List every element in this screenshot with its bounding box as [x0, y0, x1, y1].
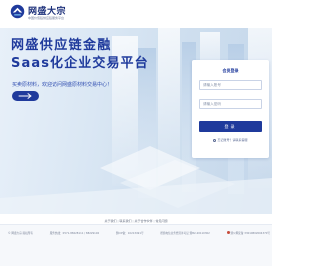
forgot-account-link[interactable]: 忘记账号？请联系客服: [192, 138, 269, 142]
hero-arrow-button[interactable]: [12, 91, 39, 101]
footer-license[interactable]: 增值电信业务经营许可证 浙B2-20110302: [160, 231, 210, 235]
arrow-right-icon: [18, 93, 32, 99]
footer-police-text: 浙公网安备 33010802004370号: [230, 232, 271, 235]
footer-company: © 网盛大宗 版权所有: [8, 232, 33, 235]
top-bar: 网盛大宗 中国价值链供应链服务平台: [0, 0, 272, 28]
footer-link-about[interactable]: 关于我们: [104, 219, 116, 223]
hero-headline-secondary: Saas化企业交易平台: [11, 56, 149, 71]
footer: © 网盛大宗 版权所有 服务热线：0571-88228111 / 8822919…: [0, 224, 272, 266]
footer-info-row: © 网盛大宗 版权所有 服务热线：0571-88228111 / 8822919…: [8, 231, 270, 235]
brand-logo-icon[interactable]: [10, 4, 25, 19]
forgot-account-label: 忘记账号？请联系客服: [217, 138, 248, 142]
footer-icp[interactable]: 浙ICP备：10213491号: [116, 231, 144, 235]
login-title: 会员登录: [222, 68, 239, 73]
footer-link-contact[interactable]: 联系我们: [119, 219, 131, 223]
footer-link-partners[interactable]: 关于合作伙伴: [135, 219, 153, 223]
hero-headline-primary: 网盛供应链金融: [11, 38, 112, 53]
login-panel: 会员登录 登录 忘记账号？请联系客服: [192, 60, 269, 158]
footer-police-record[interactable]: 浙公网安备 33010802004370号: [226, 231, 271, 235]
footer-phone: 服务热线：0571-88228111 / 88229192: [49, 232, 100, 235]
footer-link-faq[interactable]: 常见问题: [156, 219, 168, 223]
password-input[interactable]: [199, 99, 262, 109]
police-badge-icon: [226, 231, 230, 235]
login-button[interactable]: 登录: [199, 121, 262, 132]
hero-tagline: 买卖原材料，欢迎访问网盛原材料交易中心！: [12, 82, 113, 88]
footer-link-separator: |: [132, 219, 134, 223]
brand-subtitle: 中国价值链供应链服务平台: [28, 16, 65, 20]
footer-links: 关于我们|联系我们|关于合作伙伴|常见问题: [0, 219, 272, 223]
footer-link-separator: |: [153, 219, 155, 223]
username-input[interactable]: [199, 80, 262, 90]
